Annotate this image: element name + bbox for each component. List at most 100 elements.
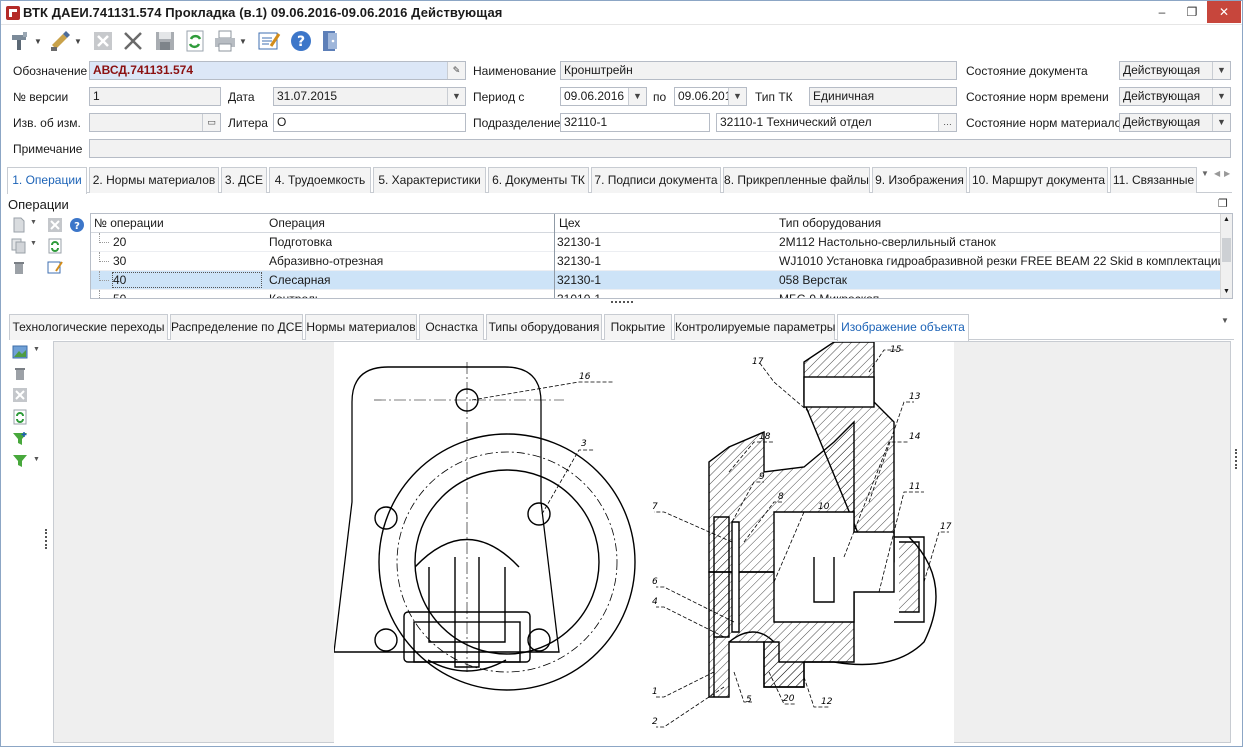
tab-document-route[interactable]: 10. Маршрут документа <box>969 167 1108 193</box>
edit-icon[interactable] <box>257 29 281 53</box>
table-row[interactable]: 30 Абразивно-отрезная 32130-1 WJ1010 Устано… <box>91 252 1232 271</box>
col-operation-number[interactable]: № операции <box>94 216 164 230</box>
designation-field[interactable]: АВСД.741131.574 ✎ <box>89 61 466 80</box>
add-image-dropdown-icon[interactable]: ▼ <box>33 346 40 353</box>
callout-label: 2 <box>652 717 658 727</box>
time-norm-state-select[interactable]: Действующая ▼ <box>1119 87 1231 106</box>
subtab-controlled-params[interactable]: Контролируемые параметры <box>674 314 835 340</box>
grid-split-divider[interactable] <box>554 214 555 298</box>
tab-characteristics[interactable]: 5. Характеристики <box>373 167 486 193</box>
tab-scroll-right-icon[interactable]: ▶ <box>1224 169 1230 178</box>
tools-dropdown-icon[interactable]: ▼ <box>34 37 42 46</box>
table-row[interactable]: 50 Контроль 31010-1 МБС-9 Микроскоп <box>91 290 1232 298</box>
cancel-icon[interactable] <box>91 29 115 53</box>
tab-operations[interactable]: 1. Операции <box>7 167 87 194</box>
folder-icon[interactable]: ▭ <box>202 114 220 131</box>
copy-icon[interactable] <box>11 238 27 254</box>
restore-panel-icon[interactable]: ❐ <box>1218 197 1228 210</box>
help-icon[interactable]: ? <box>289 29 313 53</box>
subtab-tech-transitions[interactable]: Технологические переходы <box>9 314 168 340</box>
col-operation[interactable]: Операция <box>269 216 325 230</box>
chevron-down-icon[interactable]: ▼ <box>628 88 646 105</box>
table-row[interactable]: 40 Слесарная 32130-1 058 Верстак <box>91 271 1232 290</box>
tab-scroll-left-icon[interactable]: ◀ <box>1214 169 1220 178</box>
minimize-button[interactable]: – <box>1147 1 1177 23</box>
trash-icon[interactable] <box>12 365 28 381</box>
tk-type-field[interactable]: Единичная <box>809 87 957 106</box>
tab-images[interactable]: 9. Изображения <box>872 167 967 193</box>
subtab-material-norms[interactable]: Нормы материалов <box>305 314 417 340</box>
change-notice-field[interactable]: ▭ <box>89 113 221 132</box>
tab-menu-icon[interactable]: ▼ <box>1201 169 1209 178</box>
division-name-field[interactable]: 32110-1 Технический отдел … <box>716 113 957 132</box>
ellipsis-icon[interactable]: … <box>938 114 956 131</box>
tab-labor[interactable]: 4. Трудоемкость <box>269 167 371 193</box>
close-window-button[interactable]: ✕ <box>1207 1 1241 23</box>
chevron-down-icon[interactable]: ▼ <box>447 88 465 105</box>
chevron-down-icon[interactable]: ▼ <box>1212 114 1230 131</box>
chevron-down-icon[interactable]: ▼ <box>1212 62 1230 79</box>
print-dropdown-icon[interactable]: ▼ <box>239 37 247 46</box>
copy-dropdown-icon[interactable]: ▼ <box>30 240 37 247</box>
scroll-thumb[interactable] <box>1222 238 1231 262</box>
filter-dropdown-icon[interactable]: ▼ <box>33 456 40 463</box>
subtab-equipment-types[interactable]: Типы оборудования <box>486 314 602 340</box>
refresh-icon[interactable] <box>47 238 63 254</box>
tab-dse[interactable]: 3. ДСЕ <box>221 167 267 193</box>
print-icon[interactable] <box>213 29 237 53</box>
brush-dropdown-icon[interactable]: ▼ <box>74 37 82 46</box>
litera-field[interactable]: О <box>273 113 466 132</box>
refresh-icon[interactable] <box>183 29 207 53</box>
scroll-down-icon[interactable]: ▼ <box>1221 286 1232 298</box>
material-norm-state-select[interactable]: Действующая ▼ <box>1119 113 1231 132</box>
subtab-object-image[interactable]: Изображение объекта <box>837 314 969 341</box>
right-splitter-grip[interactable] <box>1235 449 1238 469</box>
doc-state-select[interactable]: Действующая ▼ <box>1119 61 1231 80</box>
operations-scrollbar[interactable]: ▲ ▼ <box>1220 214 1232 298</box>
app-logo-icon <box>6 6 20 20</box>
new-document-icon[interactable] <box>11 217 27 233</box>
exit-icon[interactable] <box>319 29 343 53</box>
cancel-icon[interactable] <box>12 387 28 403</box>
subtab-menu-icon[interactable]: ▼ <box>1221 316 1229 325</box>
scroll-up-icon[interactable]: ▲ <box>1221 214 1232 226</box>
date-field[interactable]: 31.07.2015 ▼ <box>273 87 466 106</box>
designation-edit-icon[interactable]: ✎ <box>447 62 465 79</box>
trash-icon[interactable] <box>11 259 27 275</box>
save-icon[interactable] <box>153 29 177 53</box>
table-row[interactable]: 20 Подготовка 32130-1 2М112 Настольно-сверл… <box>91 233 1232 252</box>
cancel-icon[interactable] <box>47 217 63 233</box>
name-field[interactable]: Кронштрейн <box>560 61 957 80</box>
maximize-button[interactable]: ❐ <box>1177 1 1207 23</box>
note-field[interactable] <box>89 139 1231 158</box>
filter-icon[interactable] <box>12 453 28 469</box>
subtab-coating[interactable]: Покрытие <box>604 314 672 340</box>
wrench-brush-icon[interactable] <box>49 29 73 53</box>
division-code-field[interactable]: 32110-1 <box>560 113 710 132</box>
tab-attached-files[interactable]: 8. Прикрепленные файлы <box>723 167 870 193</box>
subtab-tooling[interactable]: Оснастка <box>419 314 484 340</box>
tab-tk-documents[interactable]: 6. Документы ТК <box>488 167 589 193</box>
version-field[interactable]: 1 <box>89 87 221 106</box>
period-to-field[interactable]: 09.06.2016 ▼ <box>674 87 747 106</box>
period-from-field[interactable]: 09.06.2016 ▼ <box>560 87 647 106</box>
tab-signatures[interactable]: 7. Подписи документа <box>591 167 721 193</box>
col-shop[interactable]: Цех <box>559 216 580 230</box>
chevron-down-icon[interactable]: ▼ <box>1212 88 1230 105</box>
refresh-icon[interactable] <box>12 409 28 425</box>
new-dropdown-icon[interactable]: ▼ <box>30 219 37 226</box>
tools-icon[interactable] <box>9 29 33 53</box>
subtab-dse-distribution[interactable]: Распределение по ДСЕ <box>170 314 303 340</box>
tab-material-norms[interactable]: 2. Нормы материалов <box>89 167 219 193</box>
image-viewport[interactable]: 16 3 17 15 18 13 14 9 8 10 11 7 17 6 4 1 <box>53 341 1231 743</box>
side-splitter-grip[interactable] <box>45 529 48 549</box>
delete-icon[interactable] <box>121 29 145 53</box>
tab-related[interactable]: 11. Связанные <box>1110 167 1197 193</box>
help-icon[interactable]: ? <box>69 217 85 233</box>
col-equipment-type[interactable]: Тип оборудования <box>779 216 881 230</box>
filter-add-icon[interactable] <box>12 431 28 447</box>
add-image-icon[interactable] <box>12 344 28 360</box>
splitter-grip[interactable] <box>611 301 633 305</box>
chevron-down-icon[interactable]: ▼ <box>728 88 746 105</box>
edit-icon[interactable] <box>47 259 63 275</box>
